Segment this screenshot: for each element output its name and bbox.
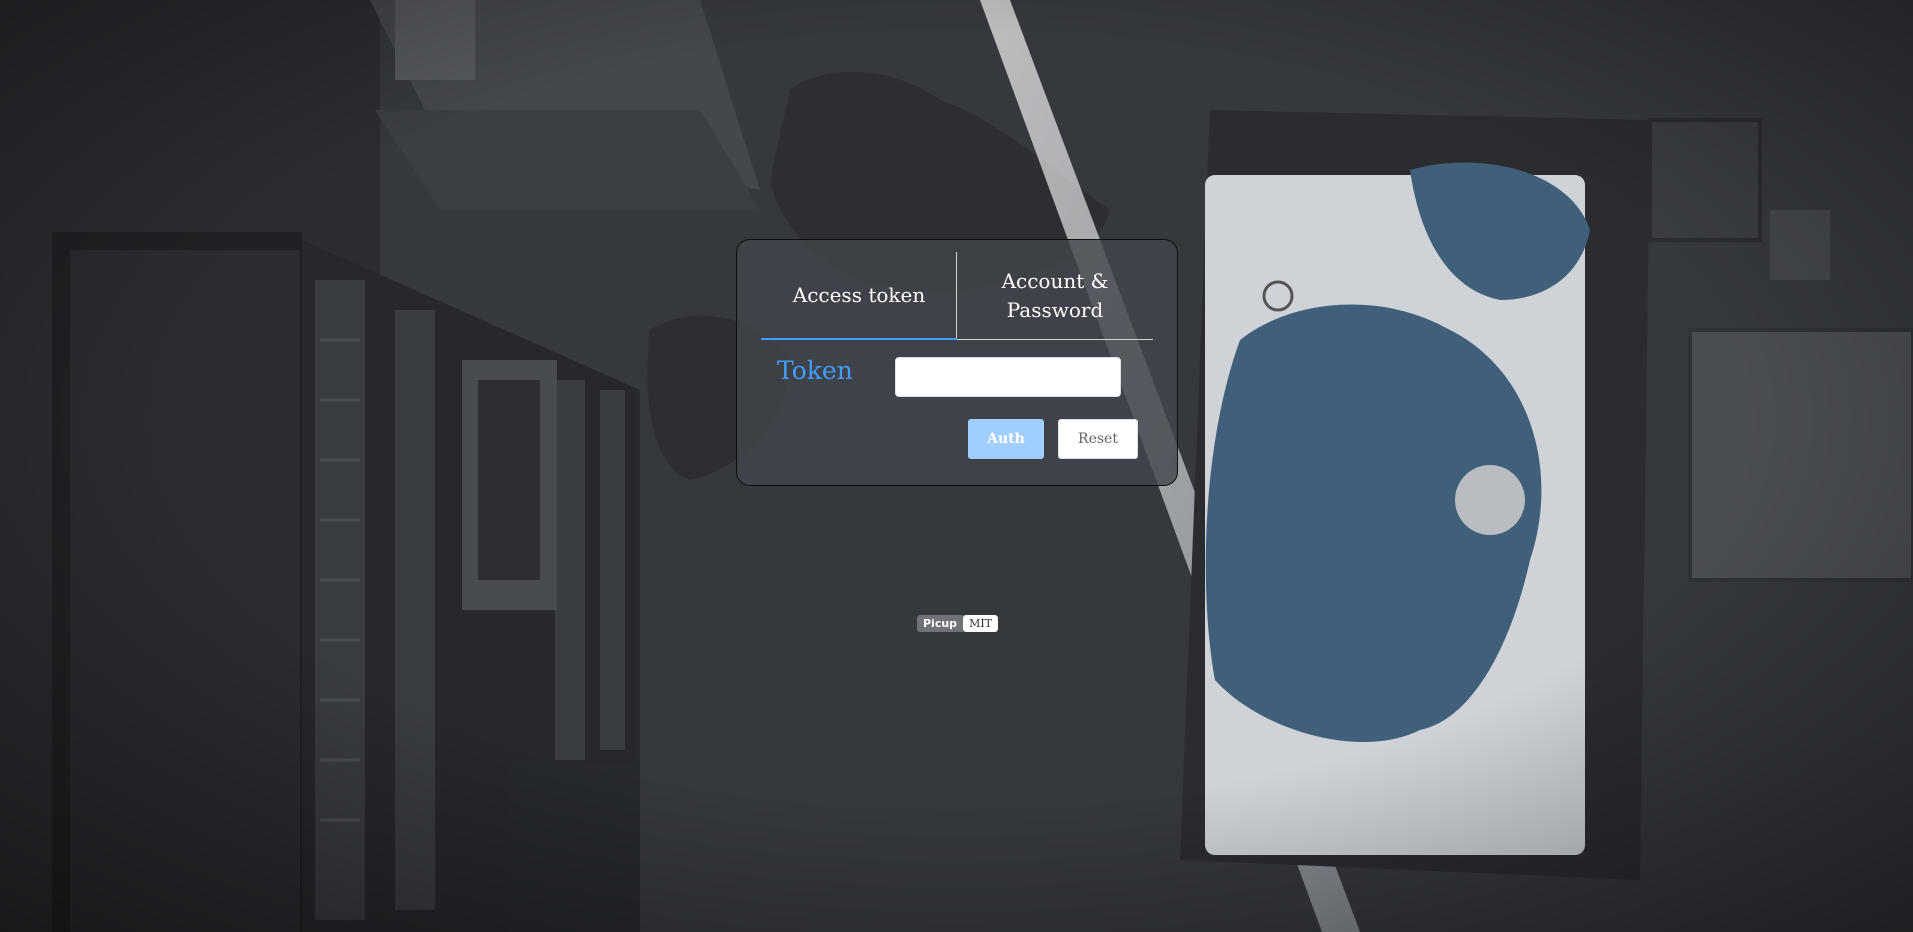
tab-account-password-label: Account & Password xyxy=(1001,268,1109,322)
license-badge: MIT xyxy=(963,615,999,632)
auth-tabs: Access token Account & Password xyxy=(761,252,1153,340)
app-badge: Picup MIT xyxy=(917,615,999,632)
reset-button[interactable]: Reset xyxy=(1058,419,1138,459)
token-input[interactable] xyxy=(895,357,1121,397)
tab-access-token[interactable]: Access token xyxy=(761,252,957,340)
tab-account-password[interactable]: Account & Password xyxy=(957,252,1153,340)
login-card: Access token Account & Password Token Au… xyxy=(736,239,1178,486)
token-label: Token xyxy=(777,356,853,385)
auth-button[interactable]: Auth xyxy=(968,419,1044,459)
background-illustration: Access token Account & Password Token Au… xyxy=(0,0,1913,932)
app-name-badge: Picup xyxy=(917,615,964,632)
tab-access-token-label: Access token xyxy=(792,282,926,307)
